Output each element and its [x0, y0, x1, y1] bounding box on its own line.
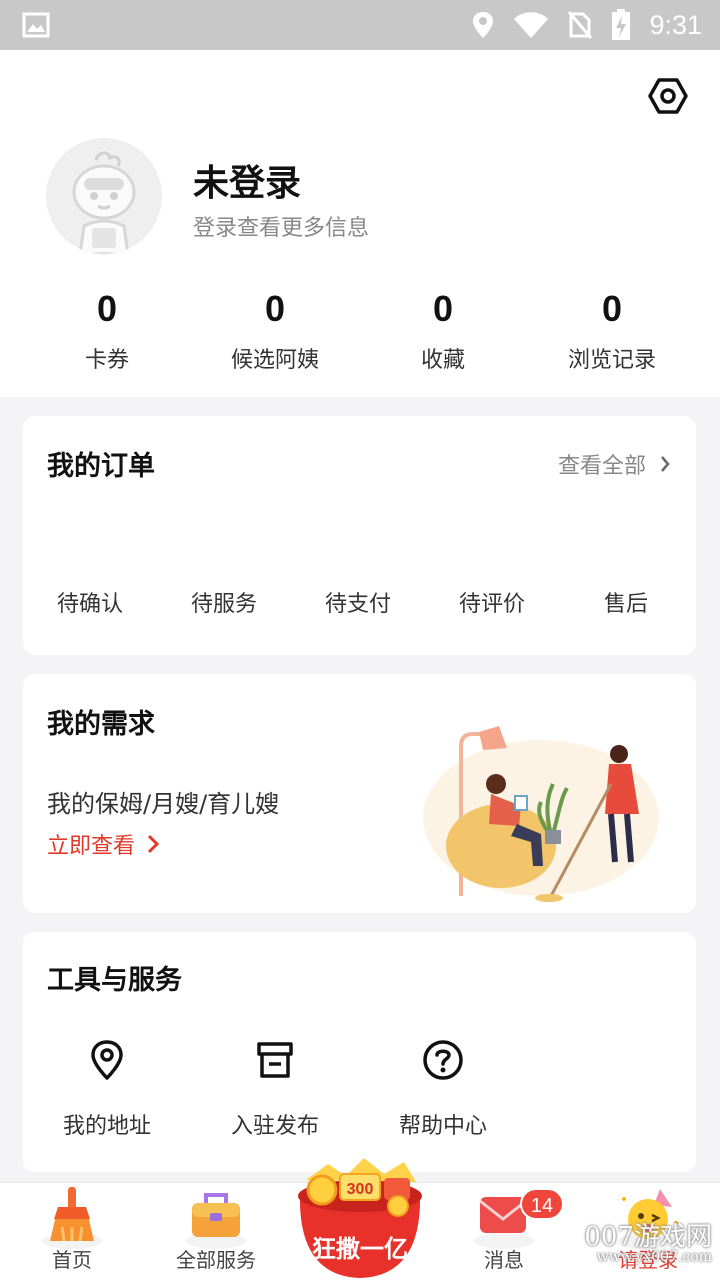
- tool-label: 我的地址: [62, 1114, 151, 1139]
- stat-label: 浏览记录: [567, 348, 656, 373]
- message-count-badge: 14: [520, 1188, 564, 1220]
- order-tab-pending-payment[interactable]: 待支付: [291, 586, 425, 618]
- promo-label: 狂撒一亿: [312, 1235, 408, 1263]
- nav-label: 首页: [52, 1248, 92, 1272]
- broom-icon: [42, 1187, 102, 1249]
- stat-history[interactable]: 0 浏览记录: [527, 288, 697, 374]
- battery-charging-icon: [612, 9, 631, 40]
- tool-join-publish[interactable]: 入驻发布: [205, 1038, 345, 1140]
- order-tab-after-sales[interactable]: 售后: [559, 586, 693, 618]
- order-tab-pending-review[interactable]: 待评价: [425, 586, 559, 618]
- demands-card[interactable]: 我的需求 我的保姆/月嫂/育儿嫂 立即查看: [23, 674, 696, 913]
- tool-label: 入驻发布: [230, 1114, 319, 1139]
- stat-label: 收藏: [420, 348, 465, 373]
- view-now-label: 立即查看: [47, 834, 136, 859]
- view-all-label: 查看全部: [557, 454, 646, 479]
- demands-description: 我的保姆/月嫂/育儿嫂: [47, 790, 280, 818]
- login-hint[interactable]: 登录查看更多信息: [193, 210, 369, 242]
- store-icon: [257, 1042, 293, 1078]
- tool-label: 帮助中心: [398, 1114, 487, 1139]
- nav-all-services[interactable]: 全部服务: [144, 1183, 288, 1280]
- location-icon: [473, 12, 494, 38]
- help-icon: [423, 1040, 463, 1080]
- order-tab-pending-service[interactable]: 待服务: [157, 586, 291, 618]
- watermark: 007游戏网 www.yx007.com: [584, 1224, 712, 1264]
- status-bar: 9:31: [0, 0, 720, 50]
- promo-center-button[interactable]: 300 狂撒一亿: [288, 1156, 432, 1280]
- location-pin-icon: [91, 1040, 123, 1080]
- stat-value: 0: [601, 288, 623, 329]
- view-now-link[interactable]: 立即查看: [47, 828, 160, 860]
- nav-label: 消息: [484, 1248, 524, 1272]
- stat-label: 候选阿姨: [230, 348, 319, 373]
- avatar[interactable]: [46, 138, 162, 254]
- housekeeping-illustration: [423, 726, 659, 902]
- tool-my-address[interactable]: 我的地址: [37, 1038, 177, 1140]
- image-icon: [22, 12, 50, 38]
- watermark-sub: www.yx007.com: [596, 1249, 712, 1265]
- chevron-right-icon: [661, 456, 670, 472]
- nav-home[interactable]: 首页: [0, 1183, 144, 1280]
- order-tab-pending-confirm[interactable]: 待确认: [23, 586, 157, 618]
- clock: 9:31: [649, 9, 702, 40]
- stat-value: 0: [96, 288, 118, 329]
- stat-label: 卡券: [84, 348, 129, 373]
- wifi-icon: [514, 12, 549, 38]
- hexagon-gear-icon[interactable]: [648, 76, 688, 116]
- chevron-right-icon: [147, 834, 160, 854]
- tools-card: 工具与服务 我的地址 入驻发布 帮助中心: [23, 932, 696, 1172]
- profile-header: 未登录 登录查看更多信息 0 卡券 0 候选阿姨 0 收藏 0 浏览记录: [0, 50, 720, 397]
- stat-candidates[interactable]: 0 候选阿姨: [190, 288, 360, 374]
- promo-art-text: 300: [347, 1181, 374, 1198]
- user-name[interactable]: 未登录: [193, 154, 301, 206]
- tools-title: 工具与服务: [47, 965, 182, 996]
- stat-value: 0: [264, 288, 286, 329]
- mascot-avatar-icon: [46, 138, 162, 254]
- stat-value: 0: [432, 288, 454, 329]
- tool-help-center[interactable]: 帮助中心: [373, 1038, 513, 1140]
- nav-label: 全部服务: [176, 1248, 256, 1272]
- orders-title: 我的订单: [47, 451, 155, 482]
- view-all-orders-link[interactable]: 查看全部: [558, 448, 670, 480]
- demands-title: 我的需求: [47, 709, 155, 740]
- stat-coupons[interactable]: 0 卡券: [22, 288, 192, 374]
- no-sim-icon: [568, 11, 593, 39]
- stat-favorites[interactable]: 0 收藏: [358, 288, 528, 374]
- watermark-text: 007游戏网: [584, 1222, 712, 1252]
- toolbox-icon: [186, 1193, 246, 1249]
- orders-card: 我的订单 查看全部 待确认 待服务 待支付 待评价 售后: [23, 416, 696, 655]
